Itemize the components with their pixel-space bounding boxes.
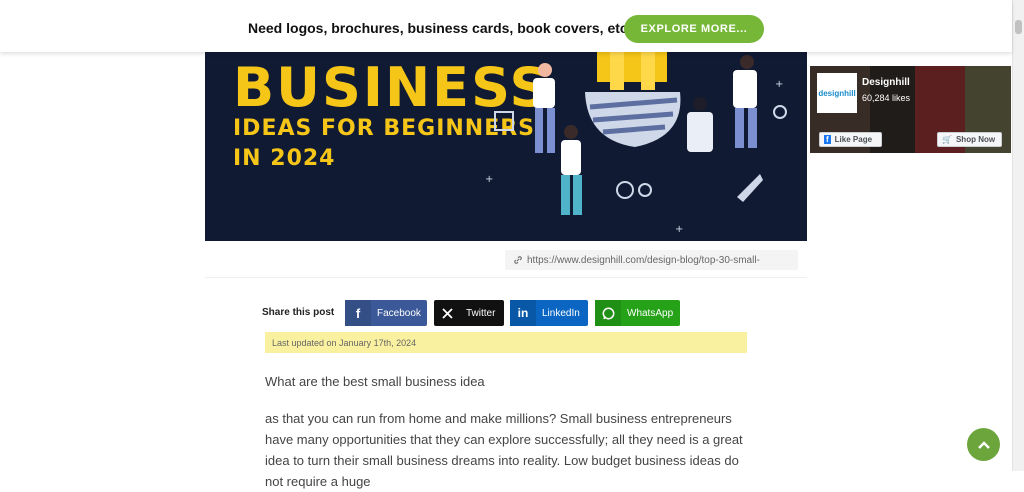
promo-bar: Need logos, brochures, business cards, b… — [0, 0, 1012, 52]
whatsapp-icon — [595, 300, 621, 326]
share-linkedin-button[interactable]: in LinkedIn — [510, 300, 588, 326]
hero-year: IN 2024 — [233, 146, 336, 171]
last-updated-notice: Last updated on January 17th, 2024 — [265, 332, 747, 353]
explore-more-button[interactable]: EXPLORE MORE... — [624, 15, 764, 43]
share-twitter-button[interactable]: Twitter — [434, 300, 504, 326]
facebook-like-count: 60,284 likes — [862, 93, 911, 103]
shop-now-label: Shop Now — [955, 135, 996, 144]
designhill-logo[interactable]: designhill — [817, 73, 857, 113]
rocket-icon — [737, 174, 763, 202]
section-divider — [205, 277, 807, 278]
article-question: What are the best small business idea — [265, 374, 485, 389]
like-page-button[interactable]: f Like Page — [819, 132, 882, 147]
page-scrollbar[interactable] — [1012, 0, 1024, 471]
facebook-page-name[interactable]: Designhill — [862, 77, 910, 88]
share-twitter-label: Twitter — [466, 307, 496, 319]
svg-text:+: + — [675, 224, 683, 235]
share-facebook-button[interactable]: f Facebook — [345, 300, 427, 326]
article-paragraph: as that you can run from home and make m… — [265, 411, 743, 489]
image-source-link[interactable]: https://www.designhill.com/design-blog/t… — [505, 250, 798, 270]
facebook-icon: f — [345, 300, 371, 326]
svg-text:+: + — [775, 79, 783, 90]
last-updated-text: Last updated on January 17th, 2024 — [272, 338, 417, 348]
back-to-top-button[interactable] — [967, 428, 1000, 461]
link-icon — [514, 256, 522, 264]
share-linkedin-label: LinkedIn — [542, 307, 580, 319]
image-source-url: https://www.designhill.com/design-blog/t… — [527, 255, 760, 266]
share-whatsapp-label: WhatsApp — [627, 307, 674, 319]
share-whatsapp-button[interactable]: WhatsApp — [595, 300, 680, 326]
share-label: Share this post — [262, 307, 335, 318]
cart-icon: 🛒 — [942, 135, 952, 144]
facebook-icon: f — [824, 135, 831, 144]
hero-image: BUSINESS IDEAS FOR BEGINNERS IN 2024 + +… — [205, 52, 807, 241]
shop-now-button[interactable]: 🛒 Shop Now — [937, 132, 1002, 147]
chevron-up-icon — [977, 440, 990, 449]
x-icon — [434, 300, 460, 326]
svg-text:+: + — [485, 174, 493, 185]
bulb-glow — [597, 52, 667, 82]
linkedin-icon: in — [510, 300, 536, 326]
share-facebook-label: Facebook — [377, 307, 421, 319]
hero-illustration: + + + — [485, 52, 787, 235]
like-page-label: Like Page — [834, 135, 873, 144]
scrollbar-thumb[interactable] — [1015, 20, 1022, 34]
facebook-page-widget[interactable]: designhill Designhill 60,284 likes f Lik… — [810, 66, 1011, 153]
promo-text: Need logos, brochures, business cards, b… — [248, 20, 641, 36]
